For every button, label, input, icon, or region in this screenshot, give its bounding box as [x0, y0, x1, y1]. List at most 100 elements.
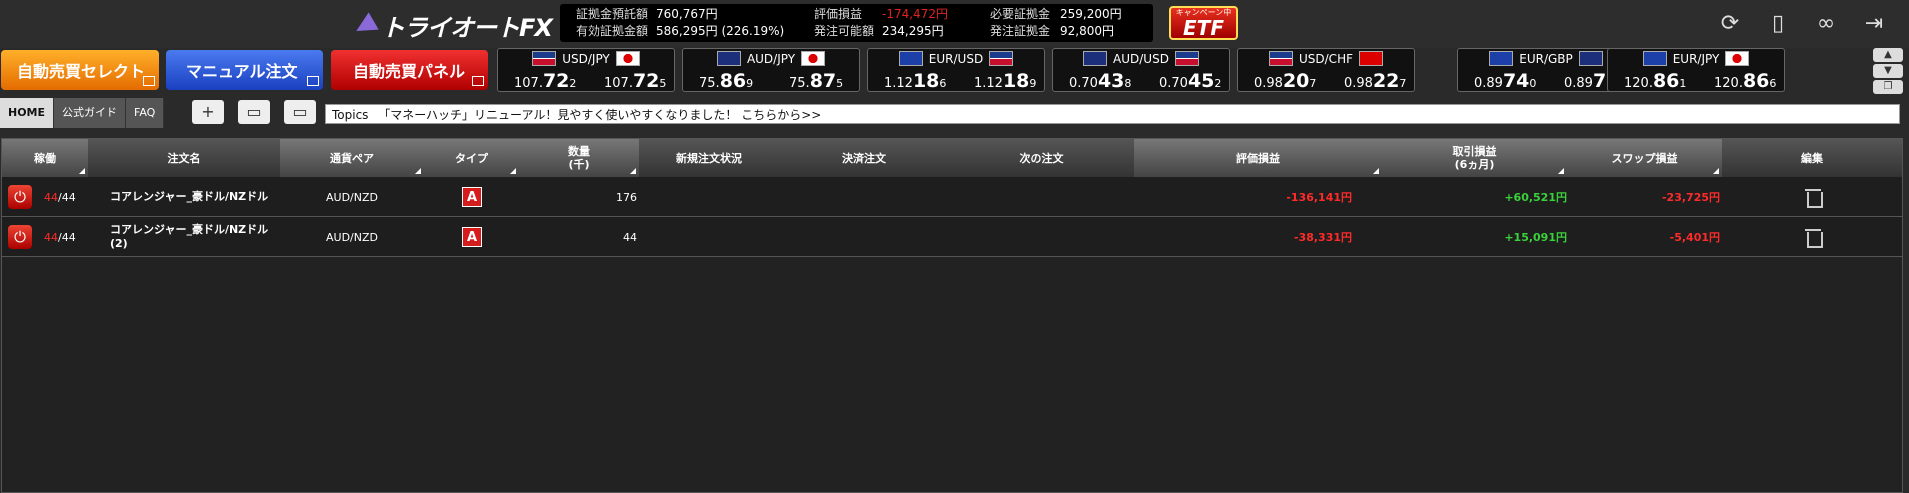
valid-margin-value: 586,295円 (226.19%): [656, 24, 785, 38]
ask-price[interactable]: 1.12189: [974, 70, 1036, 92]
document-icon[interactable]: ▯: [1763, 8, 1793, 38]
top-icons: ⟳ ▯ ∞ ⇥: [1715, 8, 1889, 38]
link-icon[interactable]: ∞: [1811, 8, 1841, 38]
pair-label: USD/CHF: [1299, 51, 1353, 66]
topics-bar[interactable]: Topics 「マネーハッチ」リニューアル！見やすく使いやすくなりました！ こち…: [325, 104, 1900, 124]
table-row[interactable]: ⏻ 44/44 コアレンジャー_豪ドル/NZドル AUD/NZD A 176 -…: [2, 177, 1902, 217]
ask-small: 7: [1399, 77, 1407, 90]
ask-price[interactable]: 0.98227: [1344, 70, 1406, 92]
scroll-up-icon[interactable]: ▲: [1873, 48, 1903, 62]
order-name[interactable]: コアレンジャー_豪ドル/NZドル: [110, 177, 280, 217]
col-type[interactable]: タイプ: [424, 139, 519, 177]
popout-icon[interactable]: ❐: [1873, 80, 1903, 94]
col-swap[interactable]: スワップ損益: [1567, 139, 1722, 177]
col-eval[interactable]: 評価損益: [1134, 139, 1382, 177]
bid-big: 74: [1502, 70, 1530, 92]
popout-icon: [472, 76, 484, 86]
ticker-eur-usd[interactable]: EUR/USD 1.12186 1.12189: [867, 48, 1045, 92]
eval-pl-cell: -38,331円: [1293, 231, 1352, 244]
ask-small: 6: [1769, 77, 1777, 90]
col-qty[interactable]: 数量 (千): [519, 139, 639, 177]
col-new-order: 新規注文状況: [676, 151, 742, 165]
etf-label: ETF: [1183, 16, 1224, 40]
order-name[interactable]: コアレンジャー_豪ドル/NZドル (2): [110, 217, 280, 257]
ask-price[interactable]: 120.866: [1714, 70, 1776, 92]
eur-flag-icon: [1489, 51, 1514, 66]
bid-price[interactable]: 107.722: [514, 70, 576, 92]
auto-trade-select-button[interactable]: 自動売買セレクト: [1, 50, 159, 90]
topics-text[interactable]: 「マネーハッチ」リニューアル！見やすく使いやすくなりました！ こちらから>>: [378, 108, 821, 122]
ask-small: 9: [1029, 77, 1037, 90]
bid-small: 9: [746, 77, 754, 90]
table-row[interactable]: ⏻ 44/44 コアレンジャー_豪ドル/NZドル (2) AUD/NZD A 4…: [2, 217, 1902, 257]
deposit-label: 証拠金預託額: [576, 7, 649, 21]
ticker-aud-usd[interactable]: AUD/USD 0.70438 0.70452: [1052, 48, 1230, 92]
ticker-aud-jpy[interactable]: AUD/JPY 75.869 75.875: [682, 48, 860, 92]
ask-small: 2: [1214, 77, 1222, 90]
bid-price[interactable]: 75.869: [699, 70, 753, 92]
usd-flag-icon: [1174, 51, 1199, 66]
delete-button[interactable]: [1805, 217, 1823, 257]
ask-big: 86: [1742, 70, 1770, 92]
power-button[interactable]: ⏻: [8, 217, 32, 257]
ask-big: 22: [1372, 70, 1400, 92]
auto-trade-panel-button[interactable]: 自動売買パネル: [331, 50, 488, 90]
bid-small: 0: [1529, 77, 1537, 90]
pair-label: AUD/JPY: [746, 51, 796, 66]
bid-prefix: 0.89: [1474, 76, 1503, 91]
valid-margin-label: 有効証拠金額: [576, 24, 649, 38]
logo-text: トライオートFX: [381, 14, 553, 42]
run-count-total: /44: [58, 230, 76, 244]
pair-label: USD/JPY: [562, 51, 610, 66]
col-realized[interactable]: 取引損益 (6ヵ月): [1382, 139, 1567, 177]
ticker-eur-jpy[interactable]: EUR/JPY 120.861 120.866: [1607, 48, 1785, 92]
bid-small: 2: [569, 77, 577, 90]
tab-home[interactable]: HOME: [0, 98, 55, 128]
currency-exchange-icon[interactable]: ⟳: [1715, 8, 1745, 38]
etf-campaign-button[interactable]: キャンペーン中 ETF: [1169, 6, 1238, 40]
popout-icon: [143, 76, 155, 86]
col-next: 次の注文: [1019, 151, 1064, 165]
bid-big: 20: [1282, 70, 1310, 92]
usd-flag-icon: [989, 51, 1014, 66]
required-margin-value: 259,200円: [1060, 7, 1122, 21]
delete-button[interactable]: [1805, 177, 1823, 217]
available-value: 234,295円: [882, 24, 944, 38]
bid-price[interactable]: 0.98207: [1254, 70, 1316, 92]
col-status[interactable]: 稼働: [2, 139, 88, 177]
folder-icon[interactable]: ▭: [284, 100, 316, 124]
ask-price[interactable]: 75.875: [789, 70, 843, 92]
bid-price[interactable]: 120.861: [1624, 70, 1686, 92]
ticker-usd-chf[interactable]: USD/CHF 0.98207 0.98227: [1237, 48, 1415, 92]
add-icon[interactable]: +: [192, 100, 224, 124]
col-name[interactable]: 注文名: [88, 139, 280, 177]
col-pair[interactable]: 通貨ペア: [280, 139, 424, 177]
ask-big: 87: [809, 70, 837, 92]
swap-pl-cell: -5,401円: [1669, 231, 1720, 244]
logout-icon[interactable]: ⇥: [1859, 8, 1889, 38]
bid-prefix: 120.: [1624, 76, 1653, 91]
chf-flag-icon: [1359, 51, 1383, 66]
ask-prefix: 0.98: [1344, 76, 1373, 91]
ask-price[interactable]: 0.70452: [1159, 70, 1221, 92]
tab-official-guide[interactable]: 公式ガイド: [54, 98, 127, 128]
pair-label: EUR/GBP: [1519, 51, 1573, 66]
ask-price[interactable]: 107.725: [604, 70, 666, 92]
ticker-usd-jpy[interactable]: USD/JPY 107.722 107.725: [497, 48, 675, 92]
usd-flag-icon: [532, 51, 557, 66]
tab-faq[interactable]: FAQ: [126, 98, 165, 128]
open-folder-icon[interactable]: ▭: [238, 100, 270, 124]
manual-order-button[interactable]: マニュアル注文: [166, 50, 323, 90]
qty-cell: 44: [623, 230, 637, 244]
bid-price[interactable]: 0.70438: [1069, 70, 1131, 92]
grid-header: 稼働 注文名 通貨ペア タイプ 数量 (千) 新規注文状況 決済注文 次の注文 …: [2, 139, 1902, 177]
unrealized-value: -174,472円: [882, 7, 948, 21]
eur-flag-icon: [1642, 51, 1667, 66]
bid-price[interactable]: 0.89740: [1474, 70, 1536, 92]
power-button[interactable]: ⏻: [8, 177, 32, 217]
ticker-pair: EUR/JPY: [1608, 51, 1784, 66]
ask-small: 5: [836, 77, 844, 90]
manual-order-label: マニュアル注文: [186, 62, 298, 81]
scroll-down-icon[interactable]: ▼: [1873, 64, 1903, 78]
bid-price[interactable]: 1.12186: [884, 70, 946, 92]
